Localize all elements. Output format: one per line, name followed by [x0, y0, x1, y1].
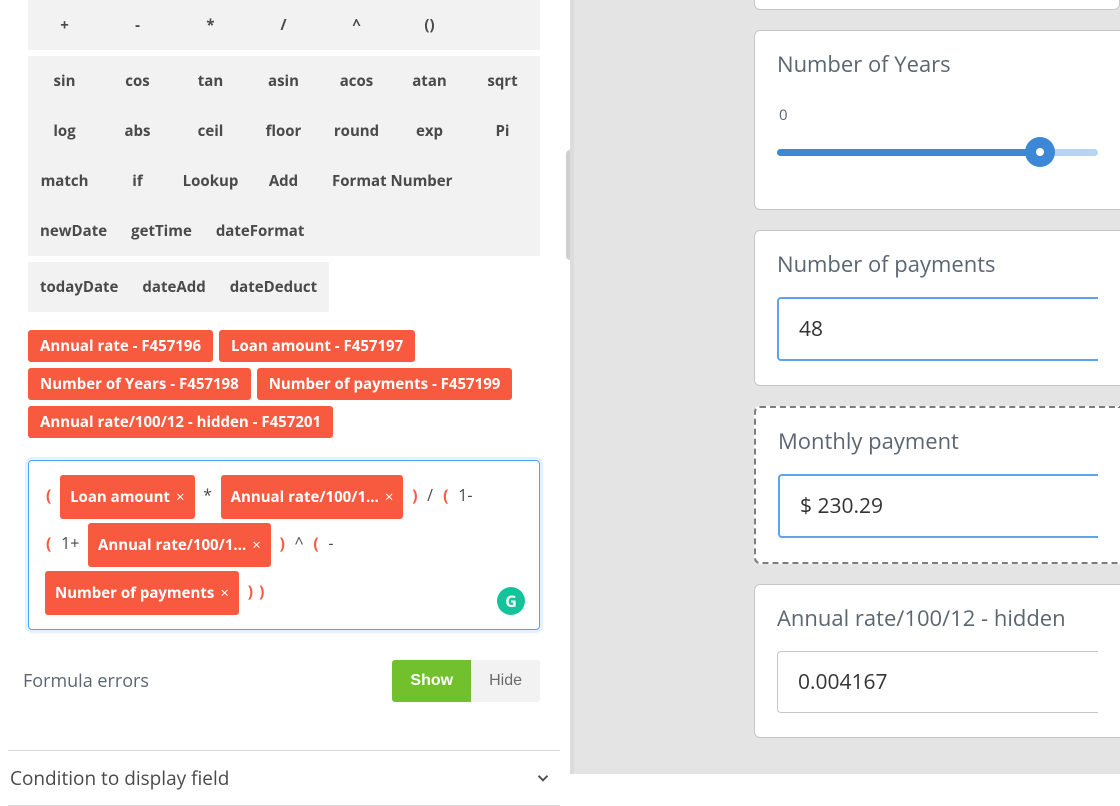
op-multiply[interactable]: *	[174, 0, 247, 50]
paren-close: )	[276, 532, 287, 554]
form-preview-panel: Number of Years 0 4 Number of payments 4…	[570, 0, 1120, 774]
collapse-title: Condition to display field	[10, 765, 229, 791]
chip-loan-amount[interactable]: Loan amount×	[60, 475, 194, 519]
preview-hidden-rate-card: Annual rate/100/12 - hidden 0.004167	[754, 584, 1120, 738]
preview-npay-value[interactable]: 48	[777, 297, 1098, 361]
paren-close: )	[245, 580, 256, 602]
preview-npay-title: Number of payments	[777, 249, 1098, 279]
field-number-of-payments[interactable]: Number of payments - F457199	[257, 368, 513, 400]
preview-hidden-rate-value: 0.004167	[777, 651, 1098, 713]
fn-dateformat[interactable]: dateFormat	[204, 206, 317, 256]
available-fields: Annual rate - F457196 Loan amount - F457…	[28, 330, 540, 438]
errors-toggle-group: Show Hide	[392, 660, 540, 702]
fn-todaydate[interactable]: todayDate	[28, 262, 130, 312]
op-text: 1-	[455, 484, 475, 506]
function-palette-2: todayDate dateAdd dateDeduct	[28, 262, 329, 312]
fn-lookup[interactable]: Lookup	[174, 156, 247, 206]
op-text: /	[424, 484, 440, 506]
function-palette: sin cos tan asin acos atan sqrt log abs …	[28, 56, 540, 256]
formula-errors-row: Formula errors Show Hide	[23, 660, 540, 702]
fn-newdate[interactable]: newDate	[28, 206, 119, 256]
fn-floor[interactable]: floor	[247, 106, 320, 156]
condition-display-collapse[interactable]: Condition to display field	[8, 750, 560, 806]
paren-open: (	[310, 532, 321, 554]
op-parens[interactable]: ()	[393, 0, 466, 50]
fn-match[interactable]: match	[28, 156, 101, 206]
op-text: ^	[292, 532, 307, 554]
op-divide[interactable]: /	[247, 0, 320, 50]
op-plus[interactable]: +	[28, 0, 101, 50]
preview-years-card: Number of Years 0 4	[754, 30, 1120, 210]
field-annual-rate[interactable]: Annual rate - F457196	[28, 330, 213, 362]
formula-errors-label: Formula errors	[23, 669, 149, 693]
show-errors-button[interactable]: Show	[392, 660, 471, 702]
op-text: *	[200, 484, 215, 506]
preview-years-title: Number of Years	[777, 49, 1098, 79]
remove-chip-icon[interactable]: ×	[220, 583, 229, 603]
formula-editor-panel: + - * / ^ () sin cos tan asin acos atan …	[0, 0, 570, 774]
fn-cos[interactable]: cos	[101, 56, 174, 106]
op-minus[interactable]: -	[101, 0, 174, 50]
hide-errors-button[interactable]: Hide	[471, 660, 540, 702]
field-annual-rate-hidden[interactable]: Annual rate/100/12 - hidden - F457201	[28, 406, 333, 438]
preview-hidden-rate-title: Annual rate/100/12 - hidden	[777, 603, 1098, 633]
chevron-down-icon	[534, 769, 552, 787]
op-text: 1+	[58, 532, 82, 554]
slider-thumb[interactable]	[1025, 137, 1055, 167]
fn-pi[interactable]: Pi	[466, 106, 539, 156]
paren-open: (	[43, 484, 54, 506]
fn-abs[interactable]: abs	[101, 106, 174, 156]
paren-close: )	[256, 580, 267, 602]
chip-annual-rate-b[interactable]: Annual rate/100/1…×	[88, 523, 271, 567]
fn-tan[interactable]: tan	[174, 56, 247, 106]
fn-gettime[interactable]: getTime	[119, 206, 204, 256]
paren-open: (	[440, 484, 451, 506]
slider-min-label: 0	[779, 105, 788, 125]
remove-chip-icon[interactable]: ×	[385, 487, 394, 507]
op-text: -	[325, 532, 336, 554]
fn-if[interactable]: if	[101, 156, 174, 206]
preview-monthly-card[interactable]: Monthly payment $ 230.29	[754, 406, 1120, 564]
fn-atan[interactable]: atan	[393, 56, 466, 106]
fn-acos[interactable]: acos	[320, 56, 393, 106]
remove-chip-icon[interactable]: ×	[252, 535, 261, 555]
fn-sin[interactable]: sin	[28, 56, 101, 106]
preview-npay-card: Number of payments 48	[754, 230, 1120, 386]
paren-close: )	[409, 484, 420, 506]
fn-sqrt[interactable]: sqrt	[466, 56, 539, 106]
preview-card-cutoff	[754, 0, 1120, 10]
remove-chip-icon[interactable]: ×	[176, 487, 185, 507]
field-loan-amount[interactable]: Loan amount - F457197	[219, 330, 415, 362]
preview-monthly-value: $ 230.29	[778, 474, 1098, 538]
field-number-of-years[interactable]: Number of Years - F457198	[28, 368, 251, 400]
years-slider[interactable]: 0 4	[777, 97, 1098, 169]
chip-number-of-payments[interactable]: Number of payments×	[45, 571, 239, 615]
paren-open: (	[43, 532, 54, 554]
fn-log[interactable]: log	[28, 106, 101, 156]
formula-input[interactable]: ( Loan amount× * Annual rate/100/1…× ) /…	[28, 460, 540, 630]
preview-monthly-title: Monthly payment	[778, 426, 1098, 456]
fn-format-number[interactable]: Format Number	[320, 156, 464, 206]
op-power[interactable]: ^	[320, 0, 393, 50]
fn-ceil[interactable]: ceil	[174, 106, 247, 156]
fn-add[interactable]: Add	[247, 156, 320, 206]
fn-exp[interactable]: exp	[393, 106, 466, 156]
fn-datededuct[interactable]: dateDeduct	[218, 262, 329, 312]
fn-dateadd[interactable]: dateAdd	[130, 262, 217, 312]
operator-palette: + - * / ^ ()	[28, 0, 540, 50]
fn-round[interactable]: round	[320, 106, 393, 156]
grammarly-icon[interactable]: G	[497, 587, 525, 615]
chip-annual-rate-a[interactable]: Annual rate/100/1…×	[221, 475, 404, 519]
fn-asin[interactable]: asin	[247, 56, 320, 106]
